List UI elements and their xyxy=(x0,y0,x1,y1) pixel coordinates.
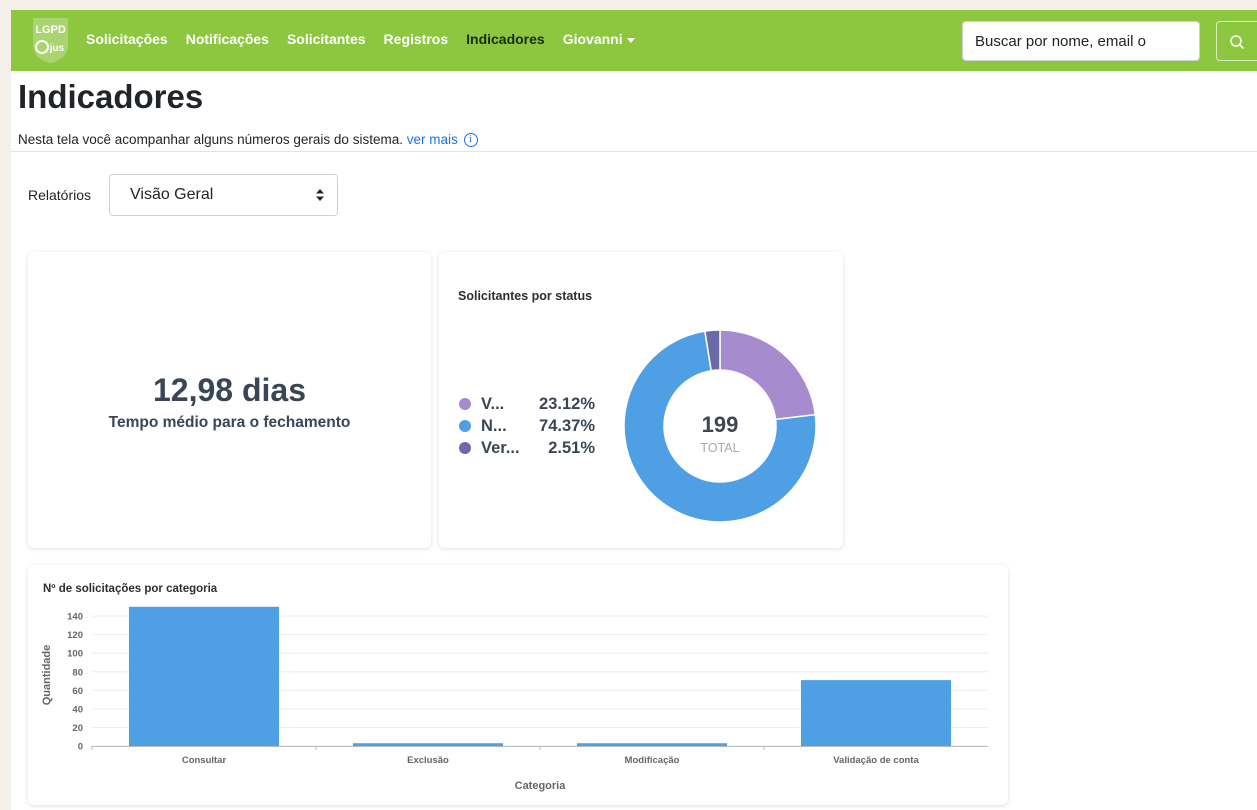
lgpd-jus-logo[interactable]: LGPD jus xyxy=(30,15,71,65)
report-select-value: Visão Geral xyxy=(130,186,214,203)
nav-link-indicadores[interactable]: Indicadores xyxy=(466,31,545,47)
nav-link-label: Solicitações xyxy=(86,31,168,47)
x-tick-label: Exclusão xyxy=(407,755,449,766)
navbar: LGPD jus Solicitações Notificações Solicit… xyxy=(11,10,1257,71)
nav-links: Solicitações Notificações Solicitantes Regi… xyxy=(86,31,653,47)
nav-link-registros[interactable]: Registros xyxy=(384,31,449,47)
bar-consultar[interactable] xyxy=(128,606,280,746)
legend-label: N... xyxy=(481,416,507,435)
nav-link-solicitantes[interactable]: Solicitantes xyxy=(287,31,366,47)
y-tick-label: 80 xyxy=(72,667,83,678)
nav-link-label: Solicitantes xyxy=(286,31,366,47)
bar-modificacao[interactable] xyxy=(576,743,728,746)
page-description: Nesta tela você acompanhar alguns número… xyxy=(18,132,478,148)
x-tick-label: Modificação xyxy=(625,755,680,766)
legend-percent: 23.12% xyxy=(539,394,595,413)
legend-dot-icon xyxy=(459,420,471,432)
donut-total-value: 199 xyxy=(702,412,739,437)
status-chart-title: Solicitantes por status xyxy=(458,289,593,303)
page-title: Indicadores xyxy=(18,78,204,115)
avg-closing-caption: Tempo médio para o fechamento xyxy=(108,414,351,431)
legend-label: Ver... xyxy=(481,438,520,457)
legend-label: V... xyxy=(481,394,505,413)
category-chart-card: Nº de solicitações por categoria 0 20 40 60… xyxy=(28,565,1008,805)
logo-text-bottom: jus xyxy=(49,43,65,54)
category-bar-chart: 0 20 40 60 80 100 120 140 Consultar Exclusão Modif… xyxy=(41,606,988,792)
page: LGPD jus Solicitações Notificações Solicit… xyxy=(11,10,1257,810)
bar-exclusao[interactable] xyxy=(352,743,504,746)
search-icon xyxy=(1230,35,1244,49)
nav-link-notificacoes[interactable]: Notificações xyxy=(186,31,269,47)
legend-dot-icon xyxy=(459,442,471,454)
avg-closing-card: 12,98 dias Tempo médio para o fechamento xyxy=(28,252,431,548)
x-tick-label: Validação de conta xyxy=(833,755,919,766)
caret-down-icon xyxy=(626,37,635,43)
avg-closing-value: 12,98 dias xyxy=(153,372,306,408)
logo-text-top: LGPD xyxy=(35,24,66,36)
y-axis-title: Quantidade xyxy=(41,645,53,706)
y-tick-label: 20 xyxy=(72,723,83,734)
y-tick-label: 100 xyxy=(67,649,83,660)
y-tick-label: 60 xyxy=(72,686,83,697)
search-button[interactable] xyxy=(1216,21,1257,61)
legend-dot-icon xyxy=(459,398,471,410)
description-text: Nesta tela você acompanhar alguns número… xyxy=(18,132,403,147)
header-divider xyxy=(11,151,1257,152)
ver-mais-link[interactable]: ver mais xyxy=(407,132,458,147)
legend-percent: 74.37% xyxy=(539,416,595,435)
nav-link-label: Indicadores xyxy=(466,31,545,47)
info-circle-icon[interactable]: i xyxy=(463,133,478,148)
select-arrows-icon xyxy=(316,189,324,201)
status-card: Solicitantes por status V... 23.12% N... 74… xyxy=(439,252,843,548)
status-legend: V... 23.12% N... 74.37% Ver... 2.51% xyxy=(459,393,595,459)
search-input[interactable] xyxy=(962,21,1200,61)
legend-item[interactable]: V... 23.12% xyxy=(459,393,595,415)
legend-percent: 2.51% xyxy=(548,438,595,457)
donut-total-label: TOTAL xyxy=(700,441,739,455)
x-tick-label: Consultar xyxy=(182,755,227,766)
y-tick-label: 0 xyxy=(78,742,83,753)
nav-link-label: Notificações xyxy=(185,31,269,47)
legend-item[interactable]: Ver... 2.51% xyxy=(459,437,595,459)
y-tick-label: 120 xyxy=(67,630,83,641)
nav-link-solicitacoes[interactable]: Solicitações xyxy=(86,31,168,47)
status-donut-chart: 199 TOTAL xyxy=(623,329,817,523)
nav-link-label: Giovanni xyxy=(562,31,623,47)
y-tick-label: 140 xyxy=(67,612,83,623)
x-axis-title: Categoria xyxy=(515,780,567,792)
report-select[interactable]: Visão Geral xyxy=(109,174,338,216)
y-tick-label: 40 xyxy=(72,704,83,715)
bar-validacao-de-conta[interactable] xyxy=(800,680,952,746)
nav-link-giovanni[interactable]: Giovanni xyxy=(563,31,635,47)
legend-item[interactable]: N... 74.37% xyxy=(459,415,595,437)
donut-slice-0[interactable] xyxy=(719,329,817,421)
nav-link-label: Registros xyxy=(383,31,449,47)
report-label: Relatórios xyxy=(28,187,92,203)
